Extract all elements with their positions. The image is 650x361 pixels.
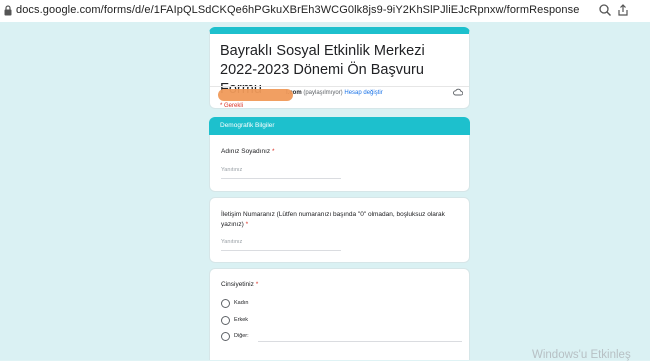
required-note: * Gerekli: [220, 103, 244, 109]
redacted-email-blur: [218, 89, 293, 101]
question-card-gender: Cinsiyetiniz * Kadın Erkek Diğer:: [209, 268, 470, 360]
radio-kadin[interactable]: [221, 299, 230, 308]
account-not-shared: (paylaşılmıyor): [303, 90, 343, 96]
divider: [210, 86, 469, 87]
share-icon[interactable]: [616, 3, 630, 17]
radio-label: Diğer:: [234, 333, 249, 339]
phone-input[interactable]: Yanıtınız: [221, 236, 341, 251]
radio-label: Kadın: [234, 300, 249, 306]
section-title: Demografik Bilgiler: [220, 122, 275, 129]
cloud-icon: [453, 88, 463, 96]
question-card-name: Adınız Soyadınız * Yanıtınız: [209, 135, 470, 192]
radio-label: Erkek: [234, 317, 249, 323]
form-header-card: Bayraklı Sosyal Etkinlik Merkezi 2022-20…: [209, 27, 470, 109]
answer-placeholder: Yanıtınız: [221, 167, 243, 173]
section-header: Demografik Bilgiler: [209, 117, 470, 135]
browser-toolbar: docs.google.com/forms/d/e/1FAIpQLSdCKQe6…: [0, 0, 650, 23]
other-input[interactable]: [258, 341, 462, 342]
name-input[interactable]: Yanıtınız: [221, 164, 341, 179]
lock-icon: [4, 5, 12, 16]
question-label: Adınız Soyadınız *: [221, 148, 275, 155]
address-bar-url[interactable]: docs.google.com/forms/d/e/1FAIpQLSdCKQe6…: [16, 4, 579, 16]
radio-diger[interactable]: [221, 332, 230, 341]
radio-erkek[interactable]: [221, 316, 230, 325]
question-label: İletişim Numaranız (Lütfen numaranızı ba…: [221, 211, 445, 228]
switch-account-link[interactable]: Hesap değiştir: [344, 90, 382, 96]
windows-activation-watermark: Windows'u Etkinleş: [532, 349, 631, 361]
question-card-phone: İletişim Numaranız (Lütfen numaranızı ba…: [209, 197, 470, 263]
question-label: Cinsiyetiniz *: [221, 281, 259, 288]
zoom-icon[interactable]: [598, 3, 612, 17]
answer-placeholder: Yanıtınız: [221, 239, 243, 245]
